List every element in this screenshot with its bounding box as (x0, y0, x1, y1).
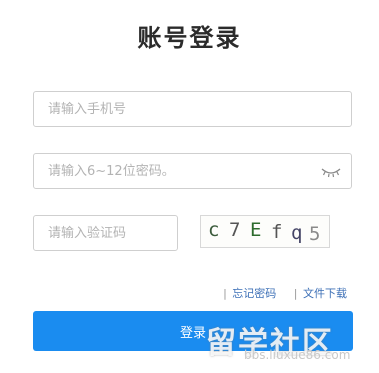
captcha-char: f (271, 221, 283, 243)
captcha-char: 5 (309, 223, 321, 245)
captcha-image[interactable]: c 7 E f q 5 (200, 215, 330, 248)
eye-closed-icon[interactable] (321, 165, 341, 179)
phone-field[interactable] (33, 91, 352, 127)
auxiliary-links: | 忘记密码 | 文件下载 (223, 285, 347, 301)
captcha-char: E (250, 219, 262, 241)
forgot-password-link[interactable]: 忘记密码 (232, 287, 276, 300)
login-button[interactable]: 登录 (33, 311, 353, 351)
file-download-link[interactable]: 文件下载 (303, 287, 347, 300)
password-input[interactable] (48, 154, 315, 188)
password-field[interactable] (33, 153, 352, 189)
captcha-char: q (291, 222, 303, 244)
verification-code-input[interactable] (48, 216, 141, 250)
captcha-char: 7 (229, 219, 241, 241)
captcha-char: c (208, 219, 220, 241)
phone-input[interactable] (48, 92, 315, 126)
verification-code-field[interactable] (33, 215, 178, 251)
page-title: 账号登录 (137, 24, 242, 52)
link-separator: | (223, 287, 227, 300)
link-separator: | (293, 287, 298, 300)
